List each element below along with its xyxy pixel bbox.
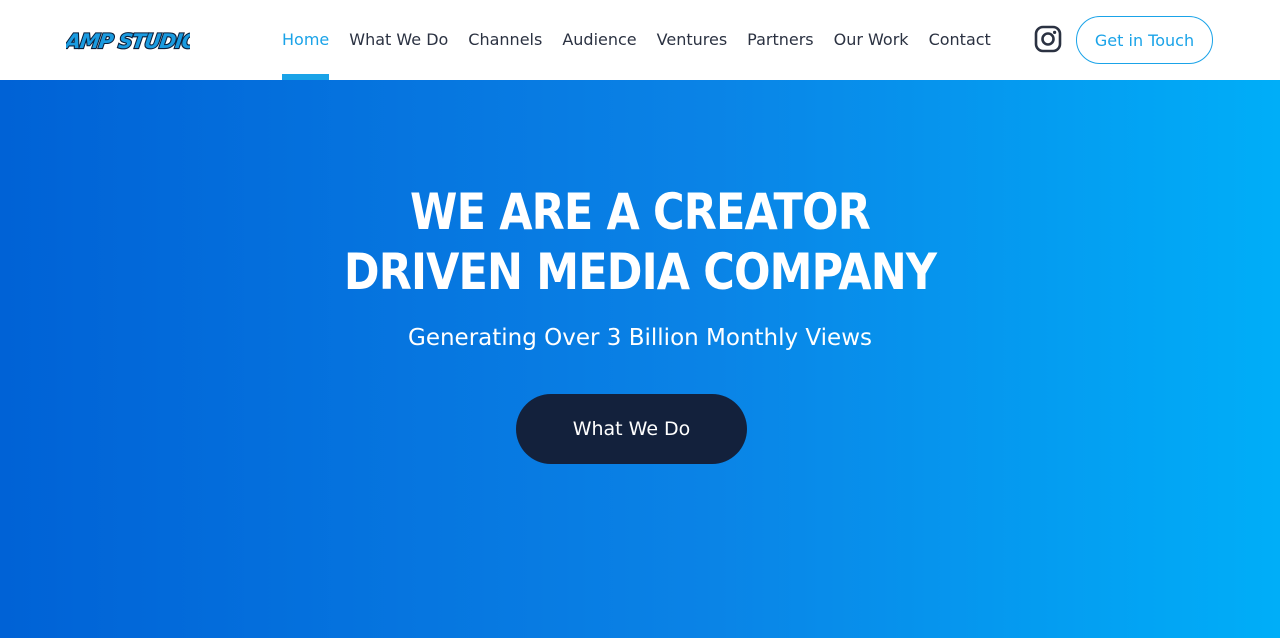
nav-item-partners[interactable]: Partners	[737, 0, 823, 80]
hero-title-line-2: DRIVEN MEDIA COMPANY	[343, 243, 937, 301]
amp-studios-logo[interactable]: AMP STUDIOS	[66, 24, 190, 56]
nav-item-audience[interactable]: Audience	[552, 0, 646, 80]
nav-item-channels[interactable]: Channels	[458, 0, 552, 80]
main-nav: Home What We Do Channels Audience Ventur…	[272, 0, 1001, 80]
nav-item-label: What We Do	[349, 30, 449, 49]
hero-section: WE ARE A CREATOR DRIVEN MEDIA COMPANY Ge…	[0, 80, 1280, 638]
nav-item-what-we-do[interactable]: What We Do	[339, 0, 458, 80]
svg-text:AMP STUDIOS: AMP STUDIOS	[66, 29, 190, 53]
logo-graphic: AMP STUDIOS	[66, 28, 190, 54]
hero-subtitle: Generating Over 3 Billion Monthly Views	[408, 325, 872, 351]
nav-item-label: Contact	[928, 30, 991, 49]
nav-item-label: Partners	[747, 30, 814, 49]
nav-item-label: Home	[282, 30, 330, 49]
nav-item-label: Our Work	[833, 30, 909, 49]
active-nav-indicator	[282, 74, 330, 80]
what-we-do-button[interactable]: What We Do	[516, 394, 747, 464]
nav-item-label: Ventures	[656, 30, 728, 49]
nav-item-label: Audience	[562, 30, 637, 49]
hero-title-line-1: WE ARE A CREATOR	[410, 183, 871, 241]
instagram-icon[interactable]	[1034, 25, 1062, 53]
nav-item-ventures[interactable]: Ventures	[647, 0, 738, 80]
nav-item-label: Channels	[468, 30, 543, 49]
nav-item-contact[interactable]: Contact	[919, 0, 1001, 80]
get-in-touch-button[interactable]: Get in Touch	[1076, 16, 1213, 64]
nav-item-home[interactable]: Home	[272, 0, 339, 80]
nav-item-our-work[interactable]: Our Work	[824, 0, 919, 80]
site-header: AMP STUDIOS Home What We Do Channels Aud…	[0, 0, 1280, 80]
hero-title: WE ARE A CREATOR DRIVEN MEDIA COMPANY	[90, 182, 1191, 302]
